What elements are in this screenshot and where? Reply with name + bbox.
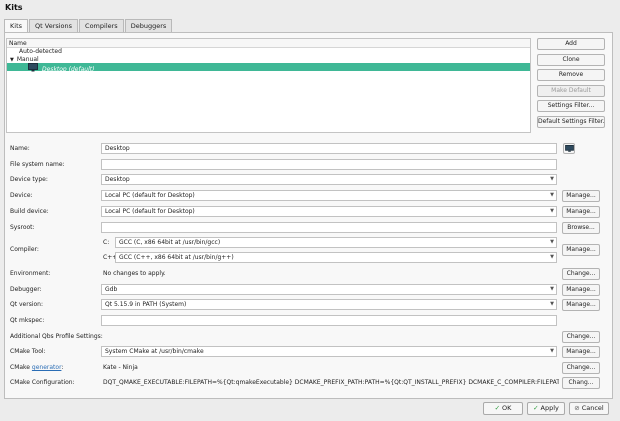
- build-device-label: Build device:: [10, 208, 49, 215]
- device-type-combo[interactable]: Desktop ▼: [101, 174, 557, 185]
- cmake-generator-label-prefix: CMake: [10, 364, 32, 371]
- cmake-generator-value: Kate - Ninja: [103, 364, 138, 371]
- tree-item-manual[interactable]: ▼ Manual: [7, 56, 530, 64]
- expand-arrow-icon[interactable]: ▼: [10, 57, 14, 63]
- cmake-config-change-button[interactable]: Chang...: [562, 377, 600, 389]
- device-type-label: Device type:: [10, 176, 48, 183]
- combo-value: System CMake at /usr/bin/cmake: [105, 348, 204, 355]
- settings-filter-button[interactable]: Settings Filter...: [537, 100, 605, 112]
- sysroot-label: Sysroot:: [10, 224, 35, 231]
- tab-debuggers[interactable]: Debuggers: [124, 19, 173, 32]
- debugger-manage-button[interactable]: Manage...: [562, 284, 600, 296]
- qbs-profile-label: Additional Qbs Profile Settings:: [10, 333, 103, 340]
- cmake-generator-label: CMake generator:: [10, 362, 63, 373]
- make-default-button[interactable]: Make Default: [537, 85, 605, 97]
- tree-item-label: Manual: [16, 55, 39, 63]
- qt-mkspec-input[interactable]: [101, 315, 557, 326]
- chevron-down-icon: ▼: [550, 192, 554, 198]
- qbs-change-button[interactable]: Change...: [562, 331, 600, 343]
- chevron-down-icon: ▼: [550, 254, 554, 260]
- combo-value: Desktop: [105, 176, 130, 183]
- build-device-combo[interactable]: Local PC (default for Desktop) ▼: [101, 206, 557, 217]
- check-icon: ✓: [494, 404, 501, 412]
- ok-button[interactable]: ✓ OK: [483, 402, 523, 415]
- chevron-down-icon: ▼: [550, 239, 554, 245]
- compiler-cpp-combo[interactable]: GCC (C++, x86 64bit at /usr/bin/g++) ▼: [115, 252, 557, 263]
- chevron-down-icon: ▼: [550, 301, 554, 307]
- environment-value: No changes to apply.: [103, 270, 166, 277]
- cmake-generator-label-suffix: :: [61, 364, 64, 371]
- check-icon: ✓: [533, 404, 539, 412]
- device-combo[interactable]: Local PC (default for Desktop) ▼: [101, 190, 557, 201]
- tab-qt-versions[interactable]: Qt Versions: [29, 19, 79, 32]
- monitor-icon: [28, 63, 38, 72]
- tab-kits[interactable]: Kits: [4, 19, 29, 33]
- window-title: Kits: [5, 3, 23, 12]
- tree-item-auto-detected[interactable]: Auto-detected: [7, 48, 530, 56]
- compiler-c-label: C:: [103, 239, 110, 246]
- sysroot-input[interactable]: [101, 222, 557, 233]
- name-input[interactable]: Desktop: [101, 143, 557, 154]
- environment-label: Environment:: [10, 270, 51, 277]
- debugger-label: Debugger:: [10, 286, 42, 293]
- kit-icon-button[interactable]: [563, 143, 575, 154]
- sysroot-browse-button[interactable]: Browse...: [562, 222, 600, 234]
- ok-label: OK: [502, 404, 512, 412]
- cancel-icon: ⊘: [574, 404, 580, 412]
- default-settings-filter-button[interactable]: Default Settings Filter...: [537, 116, 605, 128]
- combo-value: Qt 5.15.9 in PATH (System): [105, 301, 187, 308]
- compiler-manage-button[interactable]: Manage...: [562, 244, 600, 256]
- chevron-down-icon: ▼: [550, 286, 554, 292]
- tree-item-label: Desktop (default): [42, 66, 95, 73]
- chevron-down-icon: ▼: [550, 176, 554, 182]
- cmake-tool-combo[interactable]: System CMake at /usr/bin/cmake ▼: [101, 346, 557, 357]
- build-device-manage-button[interactable]: Manage...: [562, 206, 600, 218]
- cmake-config-value: DQT_QMAKE_EXECUTABLE:FILEPATH=%{Qt:qmake…: [103, 379, 559, 386]
- cmake-generator-change-button[interactable]: Change...: [562, 362, 600, 374]
- monitor-icon: [564, 145, 574, 152]
- combo-value: GCC (C, x86 64bit at /usr/bin/gcc): [119, 239, 221, 246]
- fs-name-label: File system name:: [10, 161, 65, 168]
- combo-value: Local PC (default for Desktop): [105, 192, 195, 199]
- device-label: Device:: [10, 192, 33, 199]
- cancel-label: Cancel: [581, 404, 604, 412]
- remove-button[interactable]: Remove: [537, 69, 605, 81]
- debugger-combo[interactable]: Gdb ▼: [101, 284, 557, 295]
- cmake-tool-label: CMake Tool:: [10, 348, 46, 355]
- chevron-down-icon: ▼: [550, 348, 554, 354]
- qt-version-combo[interactable]: Qt 5.15.9 in PATH (System) ▼: [101, 299, 557, 310]
- fs-name-input[interactable]: [101, 159, 557, 170]
- qt-version-label: Qt version:: [10, 301, 43, 308]
- cmake-generator-link[interactable]: generator: [32, 364, 62, 371]
- cmake-config-label: CMake Configuration:: [10, 379, 75, 386]
- apply-button[interactable]: ✓ Apply: [527, 402, 565, 415]
- combo-value: Local PC (default for Desktop): [105, 208, 195, 215]
- combo-value: Gdb: [105, 286, 118, 293]
- kits-tree[interactable]: Name Auto-detected ▼ Manual Desktop (defa…: [6, 38, 531, 133]
- compiler-c-combo[interactable]: GCC (C, x86 64bit at /usr/bin/gcc) ▼: [115, 237, 557, 248]
- chevron-down-icon: ▼: [550, 208, 554, 214]
- combo-value: GCC (C++, x86 64bit at /usr/bin/g++): [119, 254, 234, 261]
- tree-header-name[interactable]: Name: [7, 39, 530, 48]
- environment-change-button[interactable]: Change...: [562, 268, 600, 280]
- qt-mkspec-label: Qt mkspec:: [10, 317, 45, 324]
- tree-item-label: Auto-detected: [19, 48, 62, 55]
- cancel-button[interactable]: ⊘ Cancel: [569, 402, 609, 415]
- tree-item-desktop[interactable]: Desktop (default): [7, 63, 530, 73]
- cmake-tool-manage-button[interactable]: Manage...: [562, 346, 600, 358]
- qt-version-manage-button[interactable]: Manage...: [562, 299, 600, 311]
- tab-compilers[interactable]: Compilers: [79, 19, 124, 32]
- add-button[interactable]: Add: [537, 38, 605, 50]
- name-label: Name:: [10, 145, 30, 152]
- clone-button[interactable]: Clone: [537, 54, 605, 66]
- device-manage-button[interactable]: Manage...: [562, 190, 600, 202]
- apply-label: Apply: [540, 404, 559, 412]
- compiler-label: Compiler:: [10, 246, 39, 253]
- tab-bar: Kits Qt Versions Compilers Debuggers: [4, 19, 173, 33]
